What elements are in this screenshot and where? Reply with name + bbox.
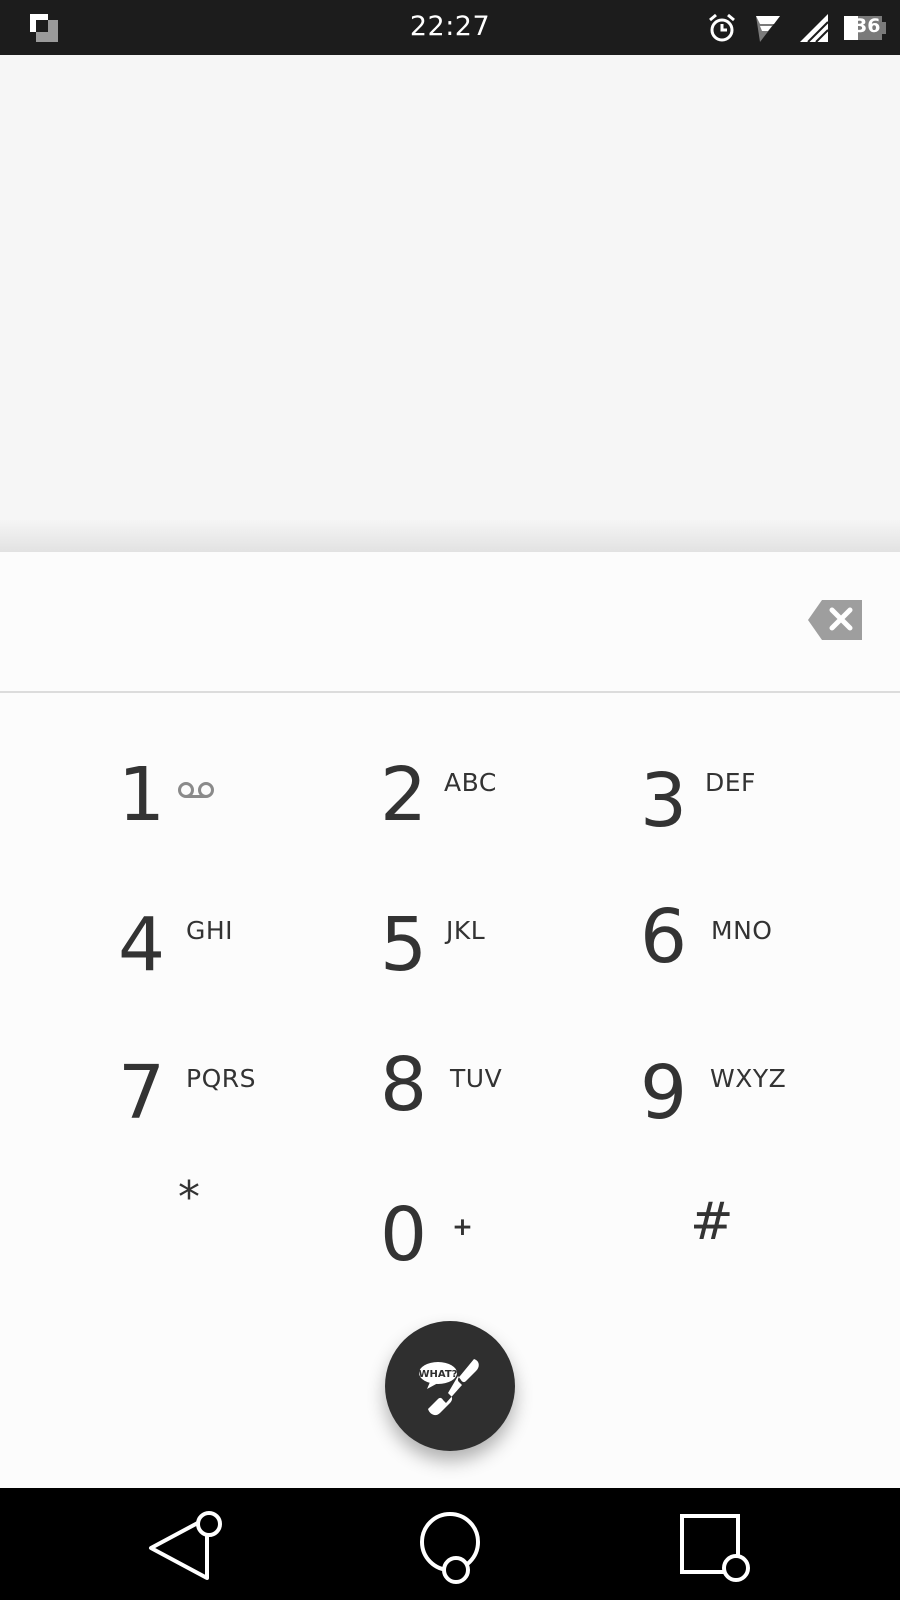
panel-shadow [0, 520, 900, 552]
status-icons: 36 [706, 10, 886, 46]
key-8[interactable]: 8 TUV [330, 1008, 590, 1138]
recents-icon[interactable] [676, 1506, 756, 1586]
battery-level: 36 [854, 15, 881, 37]
voicemail-icon [178, 782, 214, 798]
key-digit: 7 [118, 1050, 166, 1136]
key-letters: MNO [711, 916, 773, 945]
key-letters: TUV [450, 1064, 503, 1093]
key-2[interactable]: 2 ABC [330, 712, 590, 842]
key-4[interactable]: 4 GHI [70, 860, 330, 990]
key-digit: 8 [380, 1042, 428, 1128]
key-letters: + [452, 1212, 474, 1241]
key-5[interactable]: 5 JKL [330, 860, 590, 990]
key-digit: 1 [118, 752, 166, 838]
phone-icon: WHAT? [419, 1359, 479, 1416]
digits-row [0, 552, 900, 693]
key-6[interactable]: 6 MNO [590, 860, 850, 990]
key-digit: 6 [640, 894, 688, 980]
battery-icon: 36 [844, 14, 886, 42]
dialer-screen: 22:27 36 1 2 ABC 3 DEF 4 GHI 5 JKL 6 MNO… [0, 0, 900, 1600]
key-letters: DEF [705, 768, 756, 797]
signal-icon [800, 14, 829, 43]
key-digit: 4 [118, 902, 166, 988]
key-letters: JKL [446, 916, 486, 945]
digits-input[interactable] [40, 582, 784, 664]
key-digit: # [690, 1192, 734, 1252]
navigation-bar [0, 1488, 900, 1600]
key-9[interactable]: 9 WXYZ [590, 1008, 850, 1138]
key-digit: 0 [380, 1192, 428, 1278]
status-bar: 22:27 36 [0, 0, 900, 55]
key-3[interactable]: 3 DEF [590, 712, 850, 842]
contacts-area [0, 55, 900, 520]
key-7[interactable]: 7 PQRS [70, 1008, 330, 1138]
key-0[interactable]: 0 + [330, 1156, 590, 1286]
key-digit: 9 [640, 1050, 688, 1136]
call-badge-text: WHAT? [419, 1369, 458, 1380]
key-letters: WXYZ [710, 1064, 787, 1093]
home-icon[interactable] [410, 1506, 490, 1586]
key-letters: ABC [444, 768, 497, 797]
wifi-icon [756, 16, 780, 42]
key-hash[interactable]: # [590, 1156, 850, 1286]
back-icon[interactable] [145, 1506, 225, 1586]
call-button[interactable]: WHAT? [385, 1321, 515, 1451]
key-digit: 3 [640, 758, 688, 844]
key-1[interactable]: 1 [70, 712, 330, 842]
digits-divider [0, 691, 900, 693]
key-letters: PQRS [186, 1064, 256, 1093]
alarm-icon [709, 13, 735, 42]
key-digit: 5 [380, 902, 428, 988]
key-letters: GHI [186, 916, 234, 945]
key-digit: 2 [380, 752, 428, 838]
key-star[interactable]: * [70, 1156, 330, 1286]
backspace-icon[interactable] [806, 598, 864, 642]
key-digit: * [178, 1172, 200, 1223]
